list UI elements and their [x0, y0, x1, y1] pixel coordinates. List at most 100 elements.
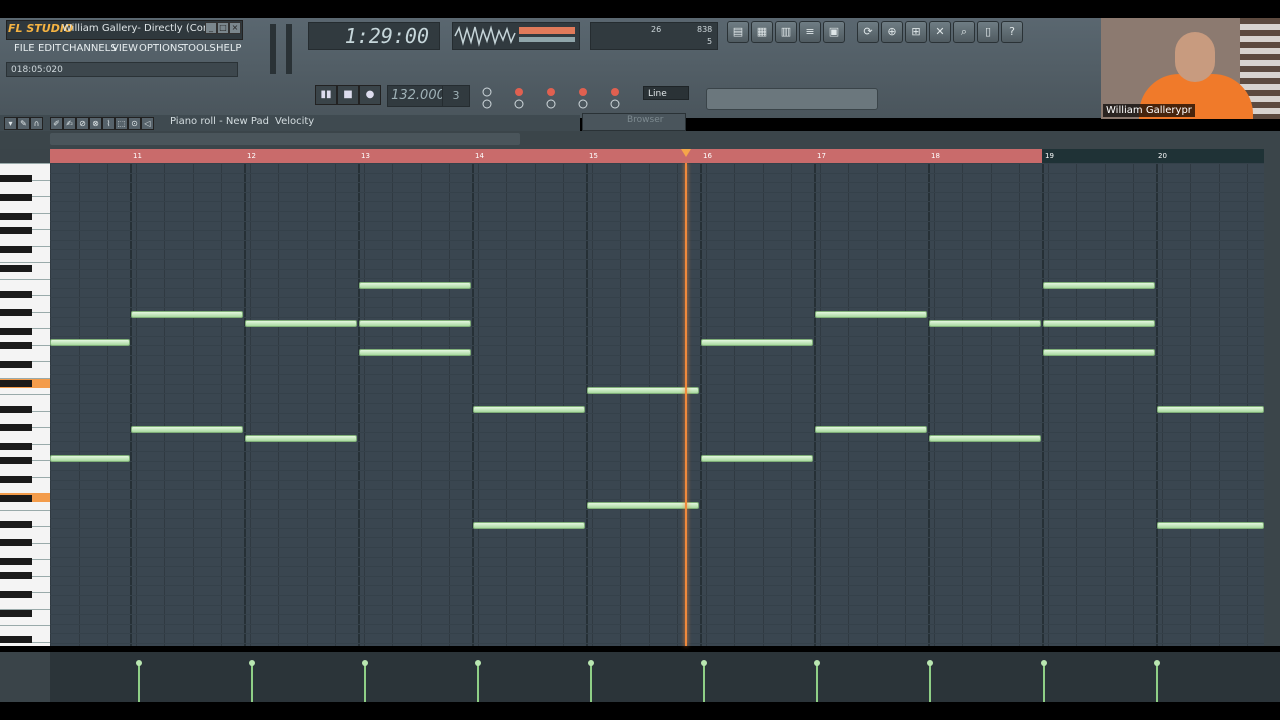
black-key[interactable] [0, 457, 32, 464]
midi-note[interactable] [359, 282, 471, 289]
pencil-tool-icon[interactable]: ✎ [17, 117, 30, 130]
black-key[interactable] [0, 591, 32, 598]
black-key[interactable] [0, 246, 32, 253]
midi-note[interactable] [131, 311, 243, 318]
mute-tool-icon[interactable]: ⊗ [89, 117, 102, 130]
black-key[interactable] [0, 636, 32, 643]
stop-icon[interactable]: ■ [337, 85, 359, 105]
menu-tools[interactable]: TOOLS [182, 43, 216, 54]
plugin-icon[interactable]: ⊕ [881, 21, 903, 43]
velocity-handle[interactable] [249, 660, 255, 666]
piano-icon[interactable]: ▥ [775, 21, 797, 43]
vertical-scrollbar[interactable] [1264, 131, 1280, 646]
velocity-handle[interactable] [136, 660, 142, 666]
black-key[interactable] [0, 521, 32, 528]
midi-note[interactable] [245, 435, 357, 442]
velocity-stick[interactable] [929, 662, 931, 702]
browser-window-collapsed[interactable]: Browser [582, 113, 686, 131]
playlist-icon[interactable]: ▤ [727, 21, 749, 43]
black-key[interactable] [0, 476, 32, 483]
black-key[interactable] [0, 194, 32, 201]
delete-tool-icon[interactable]: ⊘ [76, 117, 89, 130]
document-icon[interactable]: ▯ [977, 21, 999, 43]
black-key[interactable] [0, 265, 32, 272]
paint-tool-icon[interactable]: ✍ [63, 117, 76, 130]
master-volume-slider[interactable] [270, 24, 276, 74]
menu-channels[interactable]: CHANNELS [62, 43, 117, 54]
black-key[interactable] [0, 175, 32, 182]
midi-note[interactable] [1157, 522, 1264, 529]
horizontal-scrollbar[interactable] [50, 133, 520, 145]
velocity-stick[interactable] [1156, 662, 1158, 702]
black-key[interactable] [0, 342, 32, 349]
black-key[interactable] [0, 328, 32, 335]
menu-arrow-icon[interactable]: ▾ [4, 117, 17, 130]
velocity-handle[interactable] [701, 660, 707, 666]
black-key[interactable] [0, 406, 32, 413]
snap-options[interactable] [480, 86, 640, 110]
maximize-icon[interactable]: □ [217, 22, 229, 34]
menu-view[interactable]: VIEW [112, 43, 138, 54]
black-key[interactable] [0, 361, 32, 368]
velocity-stick[interactable] [703, 662, 705, 702]
loop-region[interactable] [50, 149, 1042, 163]
velocity-pane[interactable] [0, 652, 1280, 702]
black-key[interactable] [0, 227, 32, 234]
velocity-handle[interactable] [814, 660, 820, 666]
velocity-handle[interactable] [1154, 660, 1160, 666]
velocity-stick[interactable] [477, 662, 479, 702]
midi-note[interactable] [245, 320, 357, 327]
velocity-stick[interactable] [590, 662, 592, 702]
black-key[interactable] [0, 539, 32, 546]
midi-note[interactable] [587, 502, 699, 509]
black-key[interactable] [0, 572, 32, 579]
pattern-selector[interactable]: 3 [442, 85, 470, 107]
midi-note[interactable] [815, 426, 927, 433]
midi-note[interactable] [701, 339, 813, 346]
song-time-display[interactable]: 1:29:00 [308, 22, 440, 50]
velocity-stick[interactable] [1043, 662, 1045, 702]
midi-note[interactable] [929, 435, 1041, 442]
record-icon[interactable]: ● [359, 85, 381, 105]
menu-file[interactable]: FILE [14, 43, 35, 54]
black-key[interactable] [0, 291, 32, 298]
zoom-tool-icon[interactable]: ⊙ [128, 117, 141, 130]
slice-tool-icon[interactable]: ⌇ [102, 117, 115, 130]
playhead-marker-icon[interactable] [681, 149, 691, 157]
magnet-icon[interactable]: ∩ [30, 117, 43, 130]
cut-icon[interactable]: ✕ [929, 21, 951, 43]
close-icon[interactable]: × [229, 22, 241, 34]
velocity-handle[interactable] [475, 660, 481, 666]
velocity-handle[interactable] [927, 660, 933, 666]
velocity-handle[interactable] [362, 660, 368, 666]
channel-rack-icon[interactable]: ▦ [751, 21, 773, 43]
playback-tool-icon[interactable]: ◁ [141, 117, 154, 130]
black-key[interactable] [0, 309, 32, 316]
midi-note[interactable] [701, 455, 813, 462]
midi-note[interactable] [1043, 320, 1155, 327]
velocity-stick[interactable] [364, 662, 366, 702]
search-icon[interactable]: ⌕ [953, 21, 975, 43]
midi-note[interactable] [1043, 349, 1155, 356]
midi-note[interactable] [359, 349, 471, 356]
menu-edit[interactable]: EDIT [38, 43, 61, 54]
midi-note[interactable] [50, 339, 130, 346]
save-icon[interactable]: ⊞ [905, 21, 927, 43]
play-icon[interactable]: ▮▮ [315, 85, 337, 105]
midi-note[interactable] [473, 522, 585, 529]
minimize-icon[interactable]: _ [205, 22, 217, 34]
velocity-stick[interactable] [816, 662, 818, 702]
black-key[interactable] [0, 380, 32, 387]
browser-search-bar[interactable] [706, 88, 878, 110]
velocity-stick[interactable] [138, 662, 140, 702]
midi-note[interactable] [359, 320, 471, 327]
black-key[interactable] [0, 443, 32, 450]
black-key[interactable] [0, 424, 32, 431]
help-icon[interactable]: ? [1001, 21, 1023, 43]
velocity-stick[interactable] [251, 662, 253, 702]
event-target-dropdown[interactable]: Velocity [275, 116, 314, 127]
menu-options[interactable]: OPTIONS [139, 43, 184, 54]
midi-note[interactable] [1043, 282, 1155, 289]
midi-note[interactable] [473, 406, 585, 413]
midi-note[interactable] [587, 387, 699, 394]
